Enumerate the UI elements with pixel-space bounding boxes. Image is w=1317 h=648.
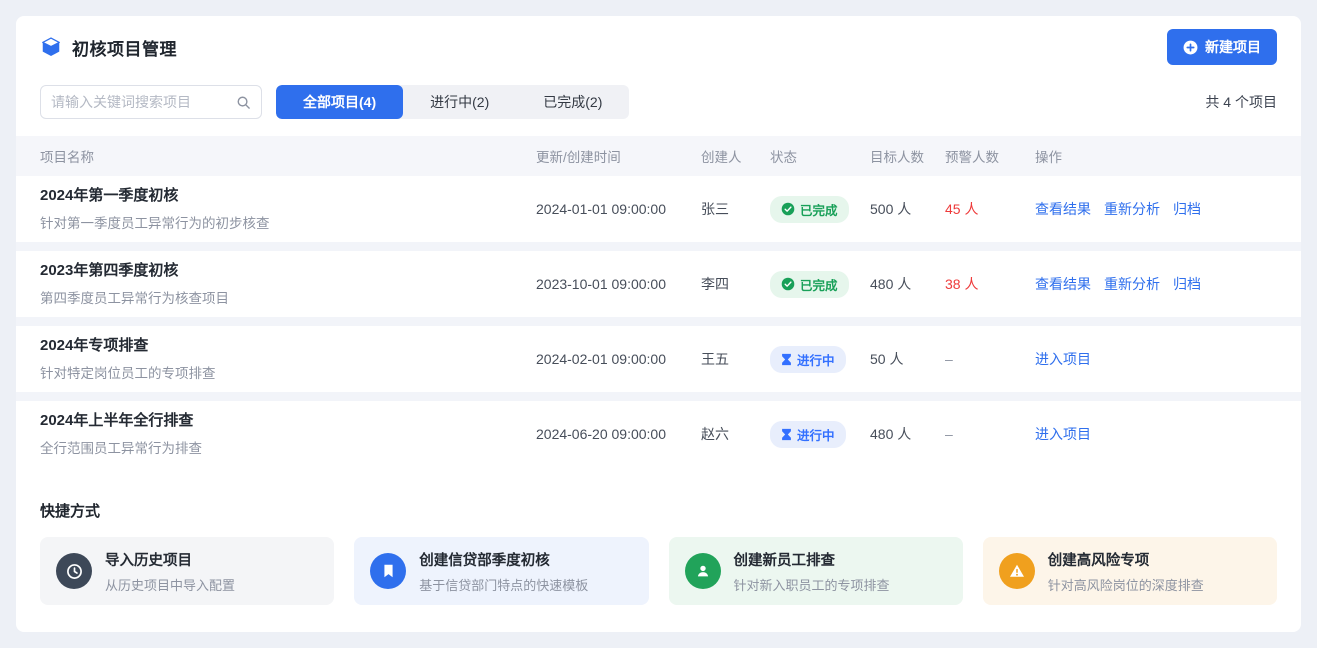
clock-icon [56, 553, 92, 589]
warning-count: 38 人 [945, 274, 1035, 294]
action-enter-project[interactable]: 进入项目 [1035, 424, 1091, 444]
shortcut-title: 创建新员工排查 [734, 549, 890, 570]
search-input[interactable] [51, 94, 236, 110]
shortcut-description: 针对高风险岗位的深度排查 [1048, 575, 1204, 594]
shortcut-description: 基于信贷部门特点的快速模板 [419, 575, 588, 594]
action-enter-project[interactable]: 进入项目 [1035, 349, 1091, 369]
action-archive[interactable]: 归档 [1173, 274, 1201, 294]
status-label: 已完成 [800, 200, 838, 219]
shortcuts-section: 快捷方式 导入历史项目 从历史项目中导入配置 [16, 480, 1301, 605]
project-creator: 赵六 [701, 424, 770, 444]
shortcut-title: 创建信贷部季度初核 [419, 549, 588, 570]
status-label: 进行中 [797, 350, 835, 369]
table-row: 2024年第一季度初核 针对第一季度员工异常行为的初步核查 2024-01-01… [16, 176, 1301, 242]
table-row: 2024年专项排查 针对特定岗位员工的专项排查 2024-02-01 09:00… [16, 326, 1301, 392]
plus-circle-icon [1183, 40, 1198, 55]
warning-triangle-icon [999, 553, 1035, 589]
table-row: 2024年上半年全行排查 全行范围员工异常行为排查 2024-06-20 09:… [16, 401, 1301, 467]
shortcut-import-history[interactable]: 导入历史项目 从历史项目中导入配置 [40, 537, 334, 605]
project-description: 全行范围员工异常行为排查 [40, 437, 536, 457]
project-creator: 李四 [701, 274, 770, 294]
project-creator: 王五 [701, 349, 770, 369]
shortcut-create-high-risk-special[interactable]: 创建高风险专项 针对高风险岗位的深度排查 [983, 537, 1277, 605]
shortcuts-title: 快捷方式 [40, 500, 1277, 521]
col-header-target: 目标人数 [870, 146, 945, 166]
shortcut-description: 从历史项目中导入配置 [105, 575, 235, 594]
warning-count: 45 人 [945, 199, 1035, 219]
target-count: 500 人 [870, 199, 945, 219]
col-header-warning: 预警人数 [945, 146, 1035, 166]
bookmark-icon [370, 553, 406, 589]
status-badge-in-progress: 进行中 [770, 346, 846, 373]
shortcut-title: 创建高风险专项 [1048, 549, 1204, 570]
title-wrap: 初核项目管理 [40, 35, 177, 60]
status-badge-completed: 已完成 [770, 196, 849, 223]
shortcut-create-credit-review[interactable]: 创建信贷部季度初核 基于信贷部门特点的快速模板 [354, 537, 648, 605]
shortcut-cards: 导入历史项目 从历史项目中导入配置 创建信贷部季度初核 基于信贷部门特点的快速模… [40, 537, 1277, 605]
tab-in-progress[interactable]: 进行中(2) [403, 85, 516, 119]
new-project-label: 新建项目 [1205, 37, 1261, 57]
project-time: 2024-01-01 09:00:00 [536, 201, 701, 217]
action-reanalyze[interactable]: 重新分析 [1104, 274, 1160, 294]
project-creator: 张三 [701, 199, 770, 219]
action-view-results[interactable]: 查看结果 [1035, 199, 1091, 219]
project-time: 2023-10-01 09:00:00 [536, 276, 701, 292]
col-header-time: 更新/创建时间 [536, 146, 701, 166]
hourglass-icon [781, 428, 792, 441]
warning-count: – [945, 351, 1035, 367]
header: 初核项目管理 新建项目 [16, 16, 1301, 78]
project-name: 2024年专项排查 [40, 336, 536, 356]
toolbar: 全部项目(4) 进行中(2) 已完成(2) 共 4 个项目 [16, 78, 1301, 126]
warning-count: – [945, 426, 1035, 442]
shortcut-title: 导入历史项目 [105, 549, 235, 570]
project-description: 第四季度员工异常行为核查项目 [40, 287, 536, 307]
status-badge-completed: 已完成 [770, 271, 849, 298]
project-name: 2024年第一季度初核 [40, 186, 536, 206]
check-circle-icon [781, 202, 795, 216]
target-count: 480 人 [870, 274, 945, 294]
project-description: 针对特定岗位员工的专项排查 [40, 362, 536, 382]
user-icon [685, 553, 721, 589]
search-icon[interactable] [236, 95, 251, 110]
status-badge-in-progress: 进行中 [770, 421, 846, 448]
page-title: 初核项目管理 [72, 35, 177, 60]
col-header-actions: 操作 [1035, 146, 1277, 166]
project-name: 2023年第四季度初核 [40, 261, 536, 281]
shortcut-create-new-employee-screening[interactable]: 创建新员工排查 针对新入职员工的专项排查 [669, 537, 963, 605]
main-panel: 初核项目管理 新建项目 全部项目(4) 进行中(2) [16, 16, 1301, 632]
tab-all-projects[interactable]: 全部项目(4) [276, 85, 403, 119]
action-view-results[interactable]: 查看结果 [1035, 274, 1091, 294]
col-header-name: 项目名称 [40, 146, 536, 166]
project-name: 2024年上半年全行排查 [40, 411, 536, 431]
filter-tabs: 全部项目(4) 进行中(2) 已完成(2) [276, 85, 629, 119]
status-label: 已完成 [800, 275, 838, 294]
target-count: 50 人 [870, 349, 945, 369]
search-box[interactable] [40, 85, 262, 119]
app-logo-cube-icon [40, 36, 62, 58]
hourglass-icon [781, 353, 792, 366]
col-header-status: 状态 [770, 146, 870, 166]
new-project-button[interactable]: 新建项目 [1167, 29, 1277, 65]
tab-completed[interactable]: 已完成(2) [516, 85, 629, 119]
project-description: 针对第一季度员工异常行为的初步核查 [40, 212, 536, 232]
status-label: 进行中 [797, 425, 835, 444]
action-reanalyze[interactable]: 重新分析 [1104, 199, 1160, 219]
project-time: 2024-06-20 09:00:00 [536, 426, 701, 442]
project-table: 项目名称 更新/创建时间 创建人 状态 目标人数 预警人数 操作 2024年第一… [16, 136, 1301, 467]
col-header-creator: 创建人 [701, 146, 770, 166]
check-circle-icon [781, 277, 795, 291]
table-header-row: 项目名称 更新/创建时间 创建人 状态 目标人数 预警人数 操作 [16, 136, 1301, 176]
project-count: 共 4 个项目 [1205, 92, 1277, 112]
shortcut-description: 针对新入职员工的专项排查 [734, 575, 890, 594]
action-archive[interactable]: 归档 [1173, 199, 1201, 219]
table-row: 2023年第四季度初核 第四季度员工异常行为核查项目 2023-10-01 09… [16, 251, 1301, 317]
project-time: 2024-02-01 09:00:00 [536, 351, 701, 367]
target-count: 480 人 [870, 424, 945, 444]
